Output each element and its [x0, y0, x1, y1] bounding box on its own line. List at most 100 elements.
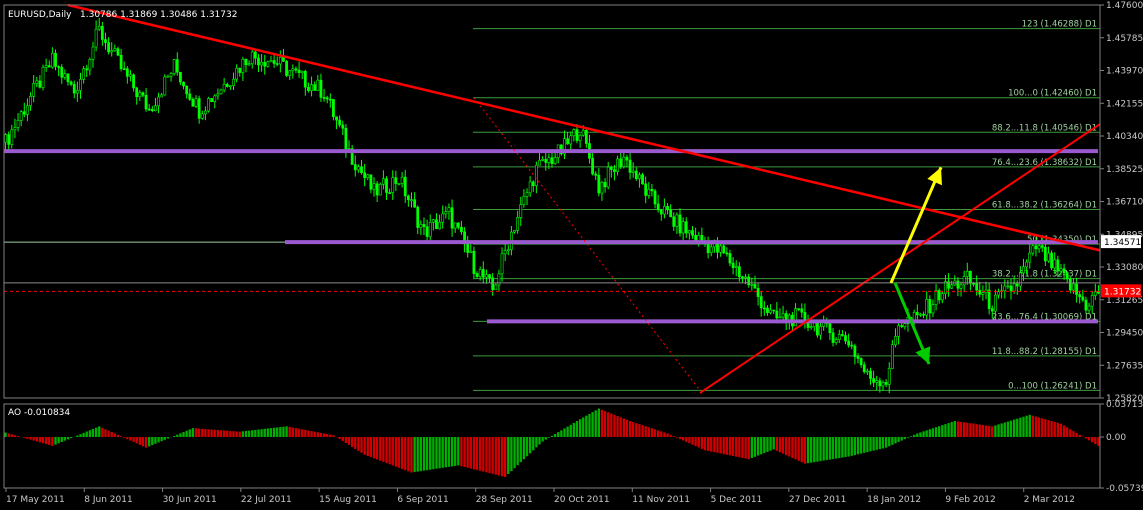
candle-body	[1022, 266, 1025, 274]
candle-body	[756, 287, 760, 297]
x-tick-label: 17 May 2011	[6, 495, 65, 505]
candle-body	[4, 134, 7, 143]
candle-body	[956, 280, 960, 289]
y-tick-label: 1.43970	[1106, 67, 1143, 77]
candle-body	[706, 242, 710, 253]
candle-body	[1025, 261, 1029, 268]
candle-body	[684, 221, 688, 234]
candle-body	[85, 68, 89, 71]
candle-body	[344, 127, 348, 150]
x-tick-label: 18 Jan 2012	[867, 495, 921, 505]
candle-body	[769, 309, 772, 314]
candle-body	[194, 98, 198, 107]
candle-body	[175, 59, 179, 73]
overlay-layer: 1.34571 1.31732	[889, 166, 1141, 365]
candle-body	[962, 276, 966, 286]
candle-body	[416, 206, 420, 228]
candle-body	[104, 39, 107, 43]
candle-body	[475, 273, 479, 277]
candle-body	[182, 81, 185, 87]
candle-body	[691, 230, 694, 236]
candle-body	[425, 226, 429, 237]
candle-body	[1006, 285, 1010, 288]
candle-body	[528, 181, 532, 194]
x-tick-label: 15 Aug 2011	[319, 495, 377, 505]
candle-body	[850, 344, 854, 347]
candle-body	[285, 61, 288, 76]
candle-body	[372, 183, 376, 190]
candle-body	[915, 312, 919, 316]
candle-body	[147, 108, 151, 111]
candle-body	[263, 61, 267, 67]
candle-body	[687, 230, 691, 234]
candle-body	[766, 307, 769, 314]
candle-body	[228, 85, 232, 87]
fib-level-label: 0...100 (1.26241) D1	[1008, 381, 1097, 391]
candle-body	[22, 111, 26, 115]
candle-body	[1097, 291, 1100, 294]
candle-body	[269, 60, 273, 63]
fib-level-label: 11.8...88.2 (1.28155) D1	[992, 347, 1097, 357]
candle-body	[828, 323, 832, 334]
x-tick-label: 20 Oct 2011	[554, 495, 610, 505]
candle-body	[157, 96, 160, 107]
candle-body	[1093, 291, 1097, 296]
candle-body	[841, 334, 844, 336]
candle-body	[188, 93, 192, 100]
y-tick-label: 1.42155	[1106, 99, 1143, 109]
candle-body	[709, 246, 713, 253]
candle-body	[125, 68, 129, 77]
candle-body	[244, 58, 248, 66]
fib-level-label: 100...0 (1.42460) D1	[1008, 89, 1097, 99]
candle-body	[438, 221, 441, 230]
fib-level-label: 38.2...61.8 (1.32437) D1	[992, 270, 1097, 280]
candle-body	[466, 243, 470, 253]
candle-body	[257, 57, 260, 66]
candle-body	[219, 89, 223, 95]
candle-body	[950, 284, 954, 289]
candle-body	[663, 206, 666, 215]
candle-body	[172, 59, 176, 74]
candle-body	[1040, 245, 1044, 248]
candle-body	[781, 313, 785, 318]
candle-body	[644, 183, 648, 196]
candle-body	[150, 109, 154, 111]
candle-body	[1050, 252, 1053, 269]
candle-body	[625, 156, 629, 161]
ao-frame	[3, 403, 1101, 489]
candle-body	[1028, 252, 1032, 263]
candle-body	[900, 325, 904, 328]
candle-body	[869, 370, 872, 379]
candle-body	[431, 219, 435, 223]
candle-body	[550, 157, 554, 164]
candle-body	[406, 195, 410, 201]
candle-body	[747, 276, 751, 286]
candle-body	[647, 188, 651, 196]
candle-body	[778, 316, 782, 319]
candle-body	[19, 111, 23, 121]
ohlc-readout: 1.30786 1.31869 1.30486 1.31732	[80, 10, 237, 20]
candle-body	[975, 283, 979, 291]
candle-body	[1090, 295, 1094, 307]
candle-body	[110, 50, 114, 53]
candle-body	[247, 63, 251, 66]
y-tick-label: 1.38525	[1106, 165, 1143, 175]
candle-body	[575, 129, 579, 141]
candle-body	[522, 196, 526, 205]
candle-body	[113, 48, 117, 51]
candle-body	[1068, 278, 1072, 291]
candle-body	[428, 221, 432, 237]
candle-body	[609, 166, 613, 170]
candle-body	[875, 380, 879, 383]
candle-body	[460, 226, 463, 233]
candle-body	[959, 284, 963, 289]
candle-body	[675, 214, 679, 227]
candle-body	[903, 323, 907, 328]
candle-body	[844, 335, 847, 342]
candle-body	[928, 299, 932, 314]
candle-body	[762, 307, 766, 310]
candle-body	[60, 66, 64, 78]
downtrend-line	[67, 3, 1101, 252]
candle-body	[728, 253, 732, 264]
candle-body	[894, 336, 897, 346]
